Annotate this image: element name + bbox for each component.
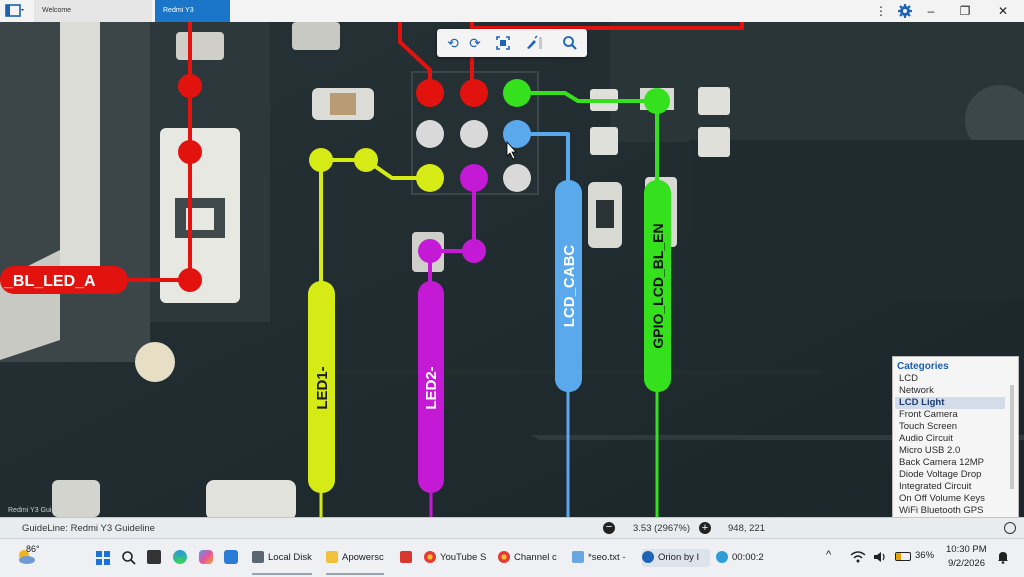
chevron-up-icon[interactable]: ^ xyxy=(826,549,831,561)
category-item[interactable]: Micro USB 2.0 xyxy=(895,445,1005,457)
test-point-yellow[interactable] xyxy=(309,148,333,172)
test-point-red[interactable] xyxy=(178,140,202,164)
taskbar-item-app[interactable] xyxy=(400,549,412,567)
tab-welcome[interactable]: Welcome jawad726@yahoo.com - Orion xyxy=(34,0,152,36)
categories-title: Categories xyxy=(897,361,949,372)
zoom-level: 3.53 (2967%) xyxy=(633,523,691,534)
categories-scrollbar[interactable] xyxy=(1010,385,1014,489)
taskbar-item-orion[interactable]: Orion by I xyxy=(642,549,710,567)
category-item[interactable]: Back Camera 12MP xyxy=(895,457,1005,469)
close-icon[interactable]: ✕ xyxy=(986,0,1020,22)
taskbar-item-youtube[interactable]: YouTube S xyxy=(424,549,486,567)
notification-bell-icon[interactable] xyxy=(996,550,1010,564)
net-label-text: LED1- xyxy=(314,366,331,409)
edge-icon[interactable] xyxy=(173,550,187,564)
rotate-right-icon[interactable]: ⟳ xyxy=(464,33,486,53)
test-point-yellow[interactable] xyxy=(354,148,378,172)
pad-red[interactable] xyxy=(416,79,444,107)
test-point-magenta[interactable] xyxy=(462,239,486,263)
bga-pads xyxy=(416,79,531,192)
search-icon[interactable] xyxy=(559,33,581,53)
net-label-text: LCD_CABC xyxy=(561,245,578,328)
net-label-text: _BL_LED_A xyxy=(3,273,96,290)
clock-date[interactable]: 9/2/2026 xyxy=(948,558,985,569)
battery-percent: 36% xyxy=(915,550,935,561)
category-item[interactable]: Front Camera xyxy=(895,409,1005,421)
category-item[interactable]: LCD xyxy=(895,373,1005,385)
category-item[interactable]: Audio Circuit xyxy=(895,433,1005,445)
watermark: Redmi Y3 Guideline xyxy=(8,507,70,514)
volume-icon[interactable] xyxy=(873,550,887,564)
test-point-magenta[interactable] xyxy=(418,239,442,263)
taskbar-item-channel[interactable]: Channel c xyxy=(498,549,560,567)
pad-red[interactable] xyxy=(460,79,488,107)
zoom-in-icon[interactable]: + xyxy=(699,522,711,534)
category-item[interactable]: Touch Screen xyxy=(895,421,1005,433)
drive-icon xyxy=(252,551,264,564)
pen-tool-icon[interactable] xyxy=(523,33,545,53)
taskbar-item-local-disk[interactable]: Local Disk xyxy=(252,549,312,575)
cursor-coordinates: 948, 221 xyxy=(728,523,765,534)
category-item[interactable]: Network xyxy=(895,385,1005,397)
recorder-icon xyxy=(716,551,728,564)
chrome-icon xyxy=(498,551,510,564)
chrome-icon xyxy=(424,551,436,564)
copilot-icon[interactable] xyxy=(199,550,213,564)
guideline-label: GuideLine: Redmi Y3 Guideline xyxy=(22,523,155,534)
globe-icon[interactable] xyxy=(1004,522,1016,534)
test-point-red[interactable] xyxy=(178,74,202,98)
pad-yellow[interactable] xyxy=(416,164,444,192)
category-item[interactable]: On Off Volume Keys xyxy=(895,493,1005,505)
start-icon[interactable] xyxy=(96,551,110,565)
categories-panel: Categories LCD Network LCD Light Front C… xyxy=(892,356,1019,518)
category-item[interactable]: Diode Voltage Drop xyxy=(895,469,1005,481)
view-toolbar: ⟲ ⟳ xyxy=(437,29,587,57)
rotate-left-icon[interactable]: ⟲ xyxy=(442,33,464,53)
title-bar: Welcome jawad726@yahoo.com - Orion Redmi… xyxy=(0,0,1024,36)
board-canvas[interactable]: _BL_LED_A LED1- LED2- LCD_CABC GPIO_LCD_… xyxy=(0,22,1024,517)
pad-gray[interactable] xyxy=(416,120,444,148)
battery-icon[interactable] xyxy=(895,552,911,561)
pad-gray[interactable] xyxy=(503,164,531,192)
pad-magenta[interactable] xyxy=(460,164,488,192)
weather-temp: 86° xyxy=(26,544,40,554)
pad-green[interactable] xyxy=(503,79,531,107)
taskbar-item-recorder[interactable]: 00:00:2 xyxy=(716,549,778,567)
wifi-icon[interactable] xyxy=(850,550,866,564)
taskbar: 86° Local Disk Apowersc YouTube S Channe… xyxy=(0,538,1024,577)
task-view-icon[interactable] xyxy=(147,550,161,564)
board-view[interactable]: _BL_LED_A LED1- LED2- LCD_CABC GPIO_LCD_… xyxy=(0,22,1024,517)
pad-gray[interactable] xyxy=(460,120,488,148)
zoom-out-icon[interactable]: − xyxy=(603,522,615,534)
clock-time[interactable]: 10:30 PM xyxy=(946,544,987,555)
test-point-red[interactable] xyxy=(178,268,202,292)
minimize-icon[interactable]: – xyxy=(914,0,948,22)
category-item-selected[interactable]: LCD Light xyxy=(895,397,1005,409)
category-item[interactable]: WiFi Bluetooth GPS xyxy=(895,505,1005,517)
fit-screen-icon[interactable] xyxy=(492,33,514,53)
notepad-icon xyxy=(572,551,584,564)
category-item[interactable]: Integrated Circuit xyxy=(895,481,1005,493)
store-icon[interactable] xyxy=(224,550,238,564)
app-icon xyxy=(400,551,412,564)
orion-icon xyxy=(642,551,654,564)
taskbar-item-notepad[interactable]: *seo.txt - xyxy=(572,549,632,567)
taskbar-item-apowersoft[interactable]: Apowersc xyxy=(326,549,384,575)
folder-icon xyxy=(326,551,338,564)
window-icon[interactable] xyxy=(4,3,26,19)
status-bar: GuideLine: Redmi Y3 Guideline − 3.53 (29… xyxy=(0,517,1024,539)
search-icon[interactable] xyxy=(121,550,137,566)
test-point-green[interactable] xyxy=(644,88,670,114)
tab-redmi-y3-guideline[interactable]: Redmi Y3 Guideline xyxy=(155,0,230,36)
net-label-text: GPIO_LCD_BL_EN xyxy=(650,223,666,348)
restore-icon[interactable]: ❐ xyxy=(948,0,982,22)
net-label-text: LED2- xyxy=(423,366,440,409)
